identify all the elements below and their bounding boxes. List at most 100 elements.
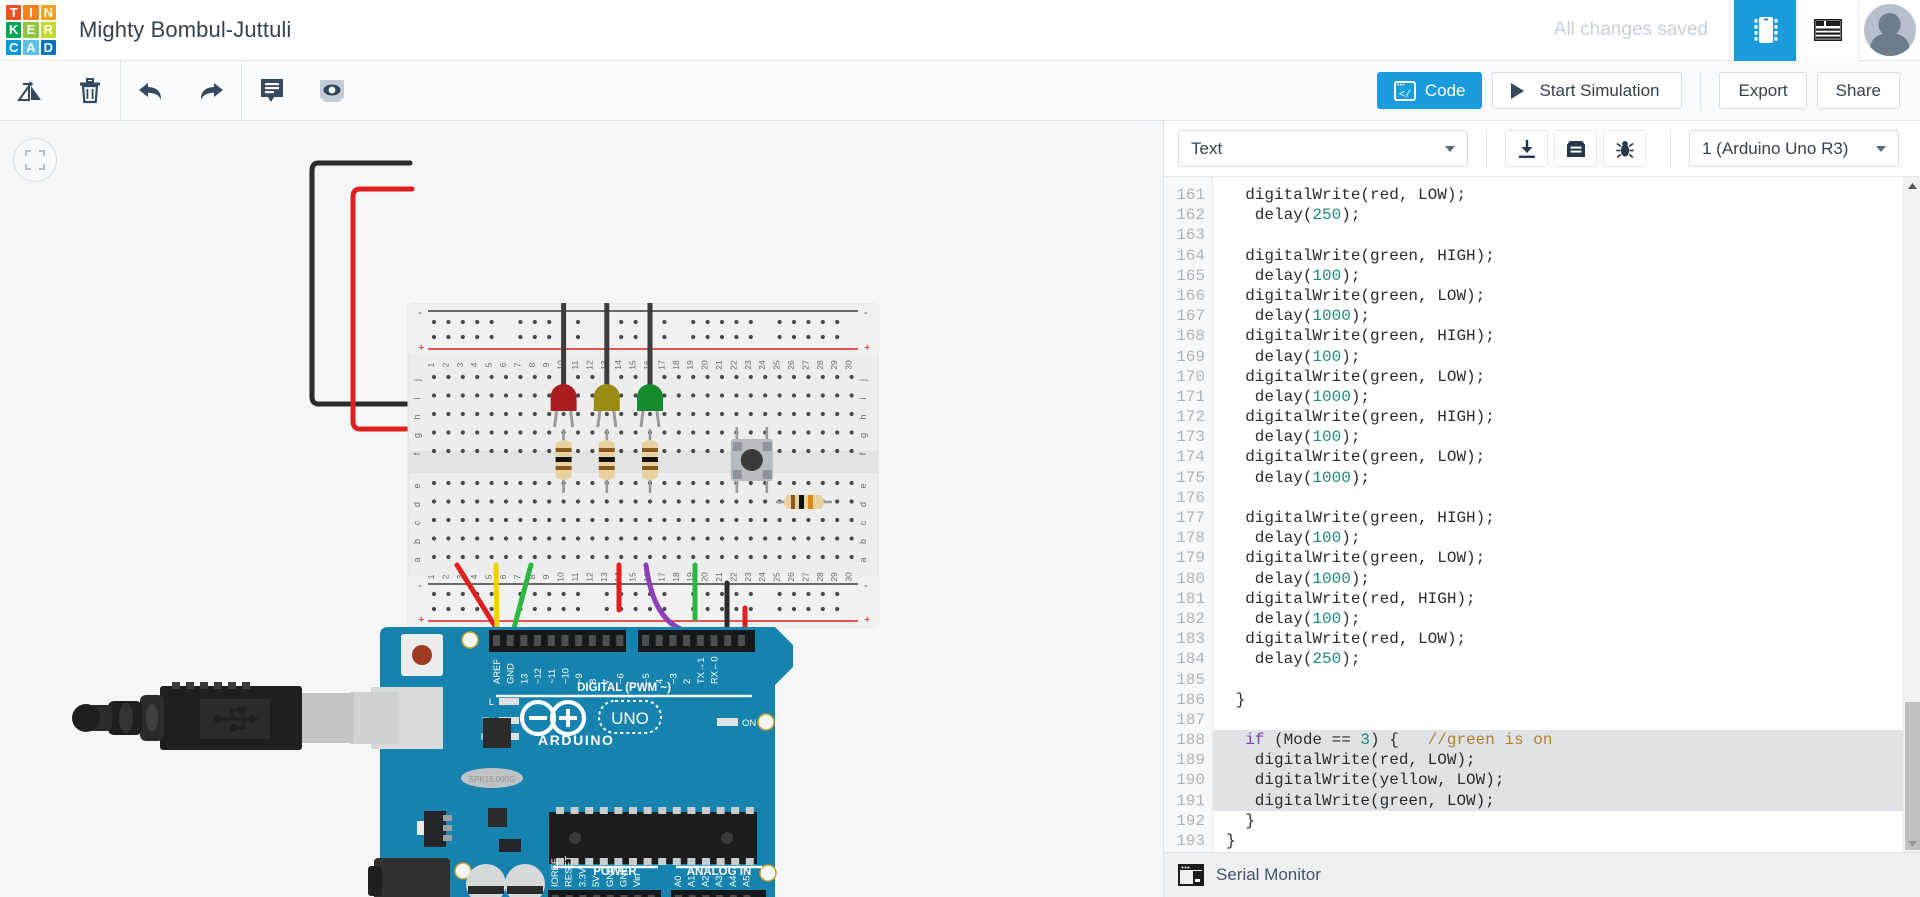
table-list-icon[interactable] bbox=[1796, 0, 1858, 61]
logo-cell-c: C bbox=[6, 39, 22, 55]
svg-text:12: 12 bbox=[584, 360, 594, 370]
fit-to-view-icon[interactable] bbox=[13, 138, 57, 182]
line-number: 182 bbox=[1176, 609, 1205, 628]
svg-text:ON: ON bbox=[742, 718, 756, 729]
code-line[interactable] bbox=[1213, 670, 1903, 690]
svg-text:3: 3 bbox=[455, 362, 465, 367]
code-line[interactable]: delay(100); bbox=[1213, 266, 1903, 286]
svg-text:17: 17 bbox=[656, 360, 666, 370]
scroll-down-arrow[interactable] bbox=[1904, 835, 1920, 852]
svg-text:L: L bbox=[489, 697, 494, 708]
share-button[interactable]: Share bbox=[1816, 72, 1900, 109]
undo-icon[interactable] bbox=[121, 61, 181, 121]
start-simulation-button[interactable]: Start Simulation bbox=[1492, 72, 1683, 109]
code-line[interactable] bbox=[1213, 225, 1903, 245]
code-panel: Text 1 (Arduino Uno R3) 161 162 163 164 165 1… bbox=[1163, 121, 1920, 897]
download-icon[interactable] bbox=[1505, 130, 1548, 167]
svg-text:i: i bbox=[858, 398, 868, 400]
digital-header-label: DIGITAL (PWM ~) bbox=[577, 682, 671, 694]
code-line[interactable]: } bbox=[1213, 690, 1903, 710]
serial-monitor-bar[interactable]: Serial Monitor bbox=[1164, 852, 1920, 897]
code-line[interactable]: digitalWrite(red, LOW); bbox=[1213, 185, 1903, 205]
hide-eye-icon[interactable] bbox=[302, 61, 362, 121]
line-number: 193 bbox=[1176, 832, 1205, 850]
line-number: 167 bbox=[1176, 307, 1205, 326]
code-line[interactable]: } bbox=[1213, 811, 1903, 831]
pin-label: A1 bbox=[686, 876, 697, 887]
code-line[interactable] bbox=[1213, 710, 1903, 730]
pin-label: AREF bbox=[491, 659, 502, 684]
code-line[interactable]: digitalWrite(red, LOW); bbox=[1213, 750, 1903, 771]
code-line[interactable]: digitalWrite(green, HIGH); bbox=[1213, 246, 1903, 266]
code-line[interactable]: delay(250); bbox=[1213, 649, 1903, 669]
code-line[interactable]: delay(100); bbox=[1213, 347, 1903, 367]
code-line[interactable]: delay(1000); bbox=[1213, 569, 1903, 589]
code-editor[interactable]: 161 162 163 164 165 166 167 168 169 170 171 172 173 1… bbox=[1164, 177, 1920, 852]
avatar[interactable] bbox=[1858, 0, 1920, 61]
code-line[interactable]: delay(1000); bbox=[1213, 387, 1903, 407]
chip-icon[interactable] bbox=[1734, 0, 1796, 61]
code-line[interactable]: delay(100); bbox=[1213, 528, 1903, 548]
line-number: 170 bbox=[1176, 367, 1205, 386]
code-line[interactable]: delay(1000); bbox=[1213, 306, 1903, 326]
line-number: 169 bbox=[1176, 347, 1205, 366]
tinkercad-logo[interactable]: TIN KER CAD bbox=[3, 2, 59, 58]
svg-text:b: b bbox=[412, 539, 422, 544]
scroll-up-arrow[interactable] bbox=[1904, 177, 1920, 194]
line-number: 161 bbox=[1176, 186, 1205, 204]
code-scroll-thumb[interactable] bbox=[1905, 702, 1920, 850]
code-line[interactable]: digitalWrite(green, LOW); bbox=[1213, 548, 1903, 568]
library-icon[interactable] bbox=[1554, 130, 1597, 167]
code-line[interactable]: digitalWrite(green, HIGH); bbox=[1213, 508, 1903, 528]
board-select[interactable]: 1 (Arduino Uno R3) bbox=[1689, 130, 1899, 167]
code-line[interactable] bbox=[1213, 851, 1903, 852]
code-line[interactable]: } bbox=[1213, 831, 1903, 851]
redo-icon[interactable] bbox=[181, 61, 241, 121]
code-line[interactable]: digitalWrite(green, LOW); bbox=[1213, 447, 1903, 467]
delete-icon[interactable] bbox=[60, 61, 120, 121]
code-line[interactable] bbox=[1213, 488, 1903, 508]
logo-cell-r: R bbox=[40, 22, 56, 38]
code-line[interactable]: delay(250); bbox=[1213, 205, 1903, 225]
code-line[interactable]: delay(100); bbox=[1213, 427, 1903, 447]
code-line[interactable]: digitalWrite(red, HIGH); bbox=[1213, 589, 1903, 609]
code-text-area[interactable]: digitalWrite(red, LOW); delay(250); digi… bbox=[1213, 177, 1903, 852]
svg-text:i: i bbox=[412, 398, 422, 400]
line-number: 190 bbox=[1176, 771, 1205, 790]
code-line[interactable]: digitalWrite(yellow, LOW); bbox=[1213, 770, 1903, 791]
code-scrollbar[interactable] bbox=[1903, 177, 1920, 852]
line-number: 165 bbox=[1176, 266, 1205, 285]
code-line[interactable]: digitalWrite(green, LOW); bbox=[1213, 367, 1903, 387]
code-line[interactable]: digitalWrite(green, LOW); bbox=[1213, 286, 1903, 306]
svg-text:17: 17 bbox=[656, 572, 666, 582]
editor-toolbar: </ Code Start Simulation Export Share bbox=[0, 60, 1920, 121]
logo-cell-a: A bbox=[23, 39, 39, 55]
pin-label: ~11 bbox=[546, 669, 557, 684]
code-line[interactable]: if (Mode == 3) { //green is on bbox=[1213, 730, 1903, 751]
rotate-icon[interactable] bbox=[0, 61, 60, 121]
code-line[interactable]: delay(100); bbox=[1213, 609, 1903, 629]
line-number: 174 bbox=[1176, 448, 1205, 467]
svg-text:6: 6 bbox=[498, 362, 508, 367]
logo-cell-k: K bbox=[6, 22, 22, 38]
code-button[interactable]: </ Code bbox=[1376, 72, 1483, 109]
svg-text:j: j bbox=[858, 379, 868, 382]
board-select-value: 1 (Arduino Uno R3) bbox=[1702, 138, 1849, 158]
line-number: 185 bbox=[1176, 670, 1205, 689]
code-line[interactable]: digitalWrite(red, LOW); bbox=[1213, 629, 1903, 649]
toolbar-group-history bbox=[121, 61, 241, 121]
debug-bug-icon[interactable] bbox=[1603, 130, 1646, 167]
code-line[interactable]: digitalWrite(green, HIGH); bbox=[1213, 326, 1903, 346]
svg-text:25: 25 bbox=[772, 572, 782, 582]
circuit-canvas[interactable]: - + - + - + - + 1 1 2 2 3 3 4 4 5 5 6 6 7 7 8 8 9 9 10 10 11… bbox=[0, 121, 1163, 897]
chevron-down-icon bbox=[1445, 145, 1455, 152]
language-select[interactable]: Text bbox=[1178, 130, 1468, 167]
code-line[interactable]: delay(1000); bbox=[1213, 468, 1903, 488]
toolbar-group-edit bbox=[0, 61, 120, 121]
code-line[interactable]: digitalWrite(green, LOW); bbox=[1213, 790, 1903, 811]
svg-text:+: + bbox=[864, 614, 870, 626]
svg-text:30: 30 bbox=[844, 360, 854, 370]
code-line[interactable]: digitalWrite(green, HIGH); bbox=[1213, 407, 1903, 427]
export-button[interactable]: Export bbox=[1719, 72, 1807, 109]
notes-icon[interactable] bbox=[242, 61, 302, 121]
